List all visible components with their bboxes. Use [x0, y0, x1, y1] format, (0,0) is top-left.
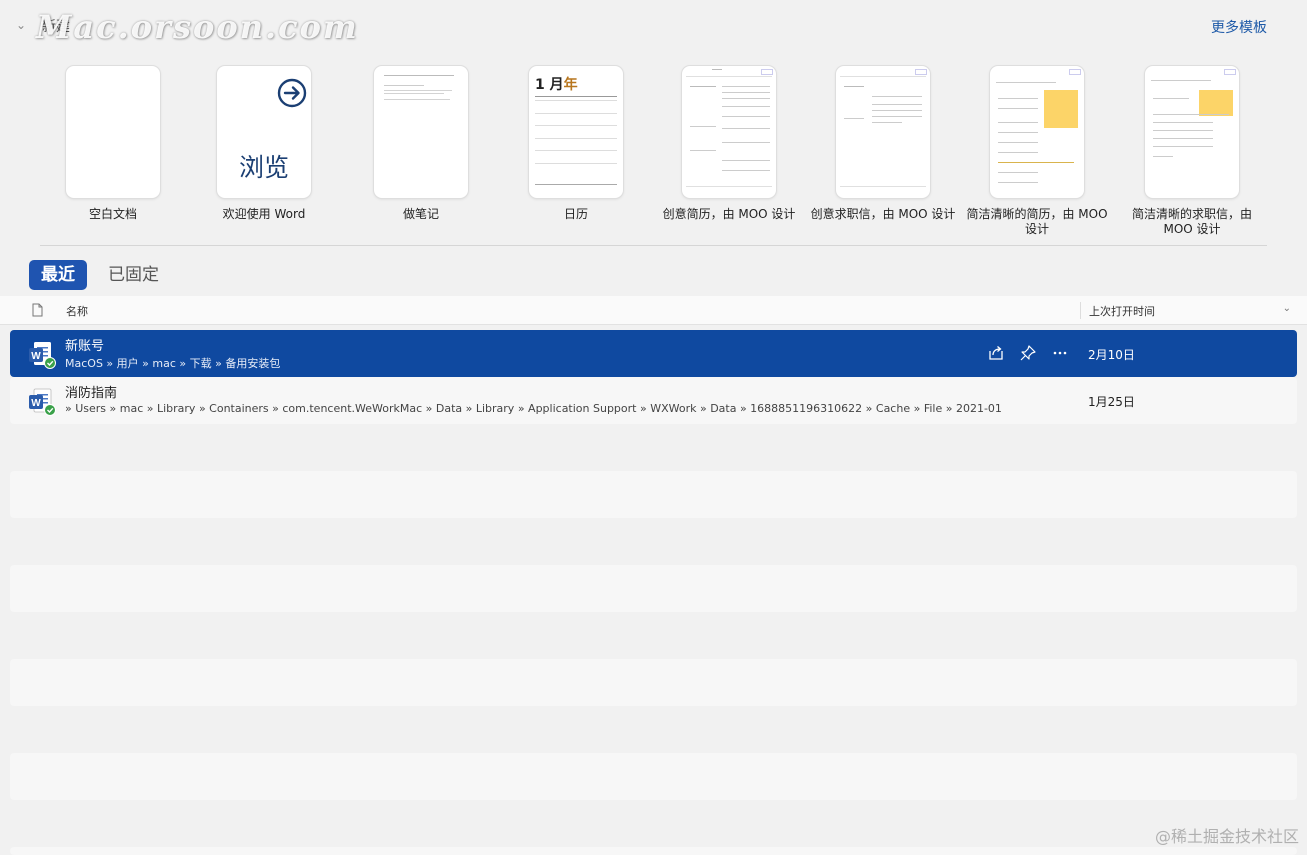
file-row[interactable]: W 新账号 MacOS » 用户 » mac » 下载 » 备用安装包 2月10… — [10, 330, 1297, 377]
template-label: 空白文档 — [88, 207, 137, 221]
template-welcome-word[interactable]: 浏览 欢迎使用 Word — [189, 66, 339, 222]
template-label: 简洁清晰的简历，由 MOO 设计 — [966, 207, 1108, 236]
template-thumbnail — [682, 66, 776, 198]
template-label: 简洁清晰的求职信，由 MOO 设计 — [1131, 207, 1252, 236]
svg-text:W: W — [31, 351, 41, 362]
template-clean-cover-letter[interactable]: 简洁清晰的求职信，由 MOO 设计 — [1117, 66, 1267, 237]
calendar-grid — [535, 100, 617, 175]
watermark: Mac.orsoon.com — [36, 8, 359, 46]
empty-row — [10, 753, 1297, 800]
file-name: 新账号 — [65, 339, 105, 354]
moo-logo — [761, 69, 773, 75]
template-label: 创意简历，由 MOO 设计 — [662, 207, 796, 221]
pin-icon[interactable] — [1019, 344, 1037, 362]
template-gallery: 空白文档 浏览 欢迎使用 Word 做笔记 1 月年 日历 创意简历，由 MOO… — [40, 66, 1270, 246]
template-blank-document[interactable]: 空白文档 — [38, 66, 188, 222]
tab-recent[interactable]: 最近 — [29, 260, 87, 290]
browse-text: 浏览 — [238, 153, 289, 182]
template-thumbnail: 浏览 — [217, 66, 311, 198]
svg-text:W: W — [31, 398, 41, 409]
template-take-notes[interactable]: 做笔记 — [346, 66, 496, 222]
column-last-opened[interactable]: 上次打开时间 — [1089, 303, 1155, 319]
arrow-right-circle-icon — [277, 78, 307, 108]
chevron-down-icon[interactable]: ⌄ — [1283, 303, 1291, 314]
file-path: MacOS » 用户 » mac » 下载 » 备用安装包 — [65, 357, 281, 370]
template-creative-cover-letter[interactable]: 创意求职信，由 MOO 设计 — [808, 66, 958, 222]
template-thumbnail: 1 月年 — [529, 66, 623, 198]
tab-pinned[interactable]: 已固定 — [96, 260, 171, 290]
empty-row — [10, 659, 1297, 706]
template-label: 日历 — [563, 207, 588, 221]
more-templates-link[interactable]: 更多模板 — [1211, 17, 1267, 37]
template-clean-resume[interactable]: 简洁清晰的简历，由 MOO 设计 — [962, 66, 1112, 237]
template-thumbnail — [1145, 66, 1239, 198]
source-watermark: @稀土掘金技术社区 — [1154, 827, 1299, 846]
empty-row — [10, 847, 1297, 855]
share-icon[interactable] — [987, 344, 1005, 362]
section-divider — [40, 245, 1267, 246]
calendar-month-title: 1 月年 — [535, 77, 578, 93]
template-creative-resume[interactable]: 创意简历，由 MOO 设计 — [654, 66, 804, 222]
file-type-icon — [32, 303, 43, 317]
file-path: » Users » mac » Library » Containers » c… — [65, 402, 1002, 415]
file-name: 消防指南 — [65, 386, 118, 401]
template-thumbnail — [990, 66, 1084, 198]
column-name[interactable]: 名称 — [66, 303, 88, 319]
template-label: 做笔记 — [402, 207, 439, 221]
file-date: 2月10日 — [1088, 348, 1135, 362]
word-doc-icon: W — [29, 342, 56, 369]
file-row[interactable]: W 消防指南 » Users » mac » Library » Contain… — [10, 377, 1297, 424]
empty-row — [10, 471, 1297, 518]
empty-row — [10, 565, 1297, 612]
more-options-icon[interactable] — [1051, 344, 1069, 362]
word-doc-icon: W — [29, 388, 56, 416]
moo-logo — [915, 69, 927, 75]
template-thumbnail — [836, 66, 930, 198]
moo-logo — [1224, 69, 1236, 75]
moo-logo — [1069, 69, 1081, 75]
template-thumbnail — [374, 66, 468, 198]
template-label: 欢迎使用 Word — [222, 207, 306, 221]
collapse-chevron-icon[interactable]: ⌄ — [14, 18, 28, 32]
template-label: 创意求职信，由 MOO 设计 — [810, 207, 956, 221]
file-date: 1月25日 — [1088, 395, 1135, 409]
template-thumbnail — [66, 66, 160, 198]
column-divider[interactable] — [1080, 302, 1081, 319]
file-list-header: 名称 上次打开时间 ⌄ — [0, 296, 1307, 325]
template-calendar[interactable]: 1 月年 日历 — [501, 66, 651, 222]
